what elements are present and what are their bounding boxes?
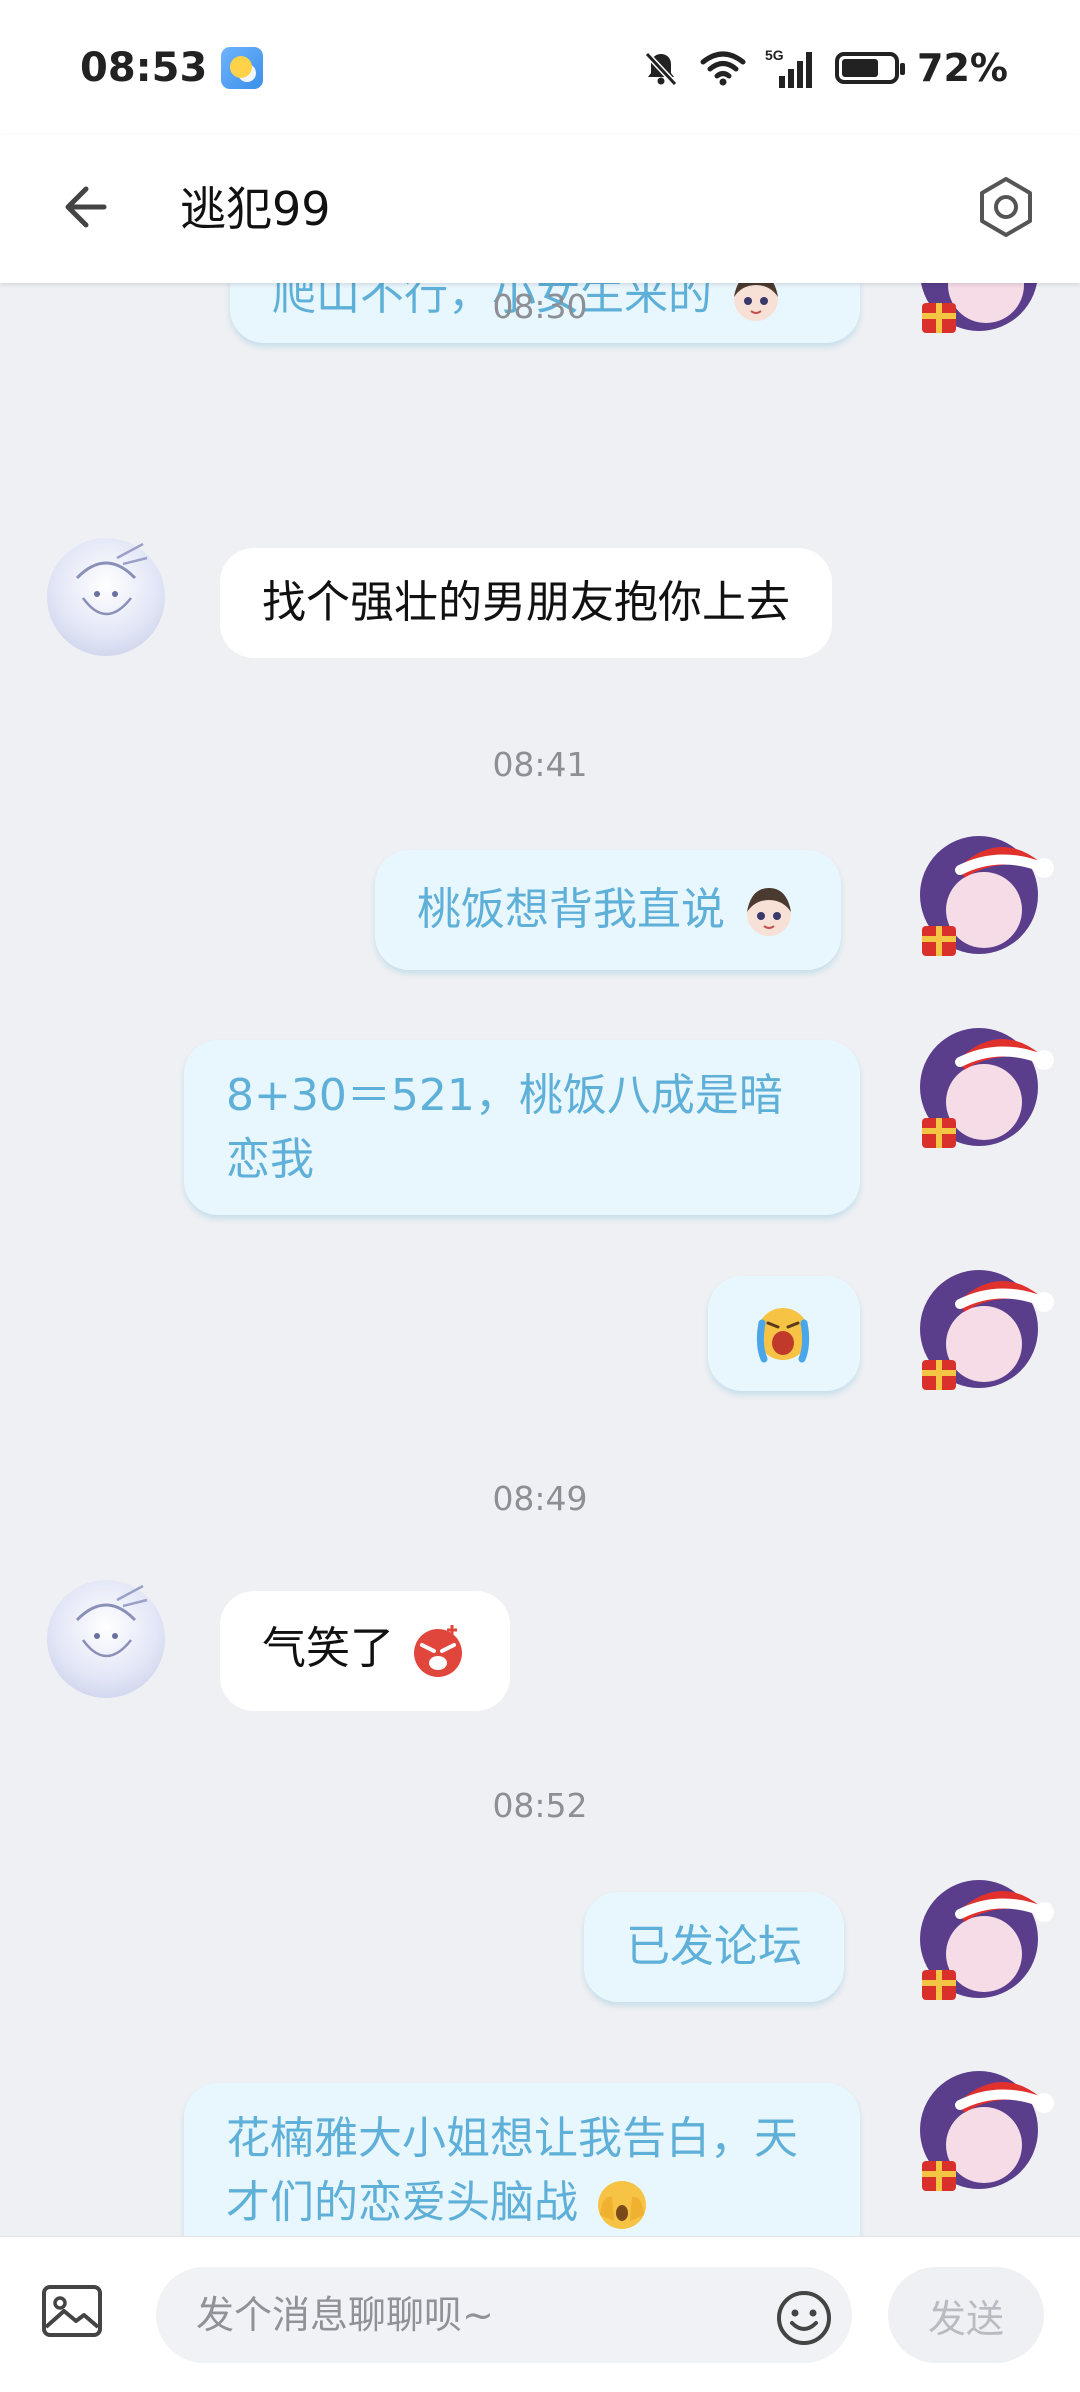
back-arrow-icon[interactable] xyxy=(52,175,116,239)
avatar-girl-santa-image xyxy=(920,2071,1054,2191)
message-bubble-outgoing[interactable]: 桃饭想背我直说 xyxy=(375,850,841,970)
contact-avatar[interactable] xyxy=(47,1580,165,1698)
message-text: 气笑了 xyxy=(262,1623,394,1674)
message-input-bar: 发送 xyxy=(0,2236,1080,2392)
contact-avatar[interactable] xyxy=(47,538,165,656)
timestamp-divider: 08:41 xyxy=(492,745,588,784)
status-bar: 08:53 5G 72% xyxy=(0,0,1080,135)
message-text: 8+30＝521，桃饭八成是暗恋我 xyxy=(226,1070,783,1185)
covering-face-emoji xyxy=(598,2181,646,2229)
timestamp-divider: 08:49 xyxy=(492,1479,588,1518)
anime-girl-sticker xyxy=(747,888,791,936)
image-picker-icon[interactable] xyxy=(38,2277,106,2345)
my-avatar[interactable] xyxy=(920,1028,1054,1148)
message-bubble-incoming[interactable]: 气笑了 xyxy=(220,1591,510,1711)
message-text: 花楠雅大小姐想让我告白，天才们的恋爱头脑战 xyxy=(226,2113,798,2228)
signal-5g-icon: 5G xyxy=(765,47,813,88)
mute-icon xyxy=(644,51,678,86)
my-avatar[interactable] xyxy=(920,1270,1054,1390)
my-avatar[interactable] xyxy=(920,1880,1054,2000)
avatar-girl-santa-image xyxy=(920,836,1054,956)
my-avatar[interactable] xyxy=(920,836,1054,956)
emoji-picker-icon[interactable] xyxy=(775,2289,833,2347)
battery-fill xyxy=(842,58,879,77)
settings-hexagon-icon[interactable] xyxy=(974,175,1038,239)
avatar-sketch-image xyxy=(75,1584,148,1658)
message-text: 已发论坛 xyxy=(626,1921,802,1972)
status-left: 08:53 xyxy=(80,44,264,91)
avatar-girl-santa-image xyxy=(920,1270,1054,1390)
timestamp-divider: 08:30 xyxy=(492,287,588,326)
message-bubble-outgoing[interactable]: 8+30＝521，桃饭八成是暗恋我 xyxy=(184,1040,860,1215)
message-bubble-incoming[interactable]: 找个强壮的男朋友抱你上去 xyxy=(220,548,832,658)
avatar-sketch-image xyxy=(75,542,148,616)
angry-face-sticker xyxy=(414,1625,462,1677)
battery-percent: 72% xyxy=(917,45,1008,90)
chat-title: 逃犯99 xyxy=(180,182,331,236)
chat-area[interactable]: 爬山不行，小女生来的 08:30 找个强壮的男朋友抱你上去 08:41 桃饭想背… xyxy=(0,283,1080,2236)
battery-icon xyxy=(835,51,906,84)
avatar-girl-santa-image xyxy=(920,1880,1054,2000)
svg-text:5G: 5G xyxy=(765,47,784,63)
timestamp-divider: 08:52 xyxy=(492,1786,588,1825)
status-time: 08:53 xyxy=(80,44,208,91)
status-right: 5G 72% xyxy=(641,46,1008,90)
chat-header: 逃犯99 xyxy=(0,135,1080,283)
weather-icon xyxy=(221,46,264,89)
message-bubble-outgoing[interactable]: 花楠雅大小姐想让我告白，天才们的恋爱头脑战 xyxy=(184,2083,860,2236)
avatar-girl-santa-image xyxy=(920,1028,1054,1148)
message-text: 找个强壮的男朋友抱你上去 xyxy=(262,577,790,628)
message-text: 桃饭想背我直说 xyxy=(417,884,725,935)
crying-face-sticker xyxy=(756,1308,810,1363)
send-button[interactable]: 发送 xyxy=(888,2267,1044,2363)
my-avatar[interactable] xyxy=(920,2071,1054,2191)
message-input[interactable] xyxy=(156,2267,852,2363)
message-bubble-outgoing[interactable]: 已发论坛 xyxy=(584,1892,844,2002)
message-bubble-outgoing[interactable] xyxy=(708,1276,860,1391)
wifi-icon xyxy=(700,51,746,85)
